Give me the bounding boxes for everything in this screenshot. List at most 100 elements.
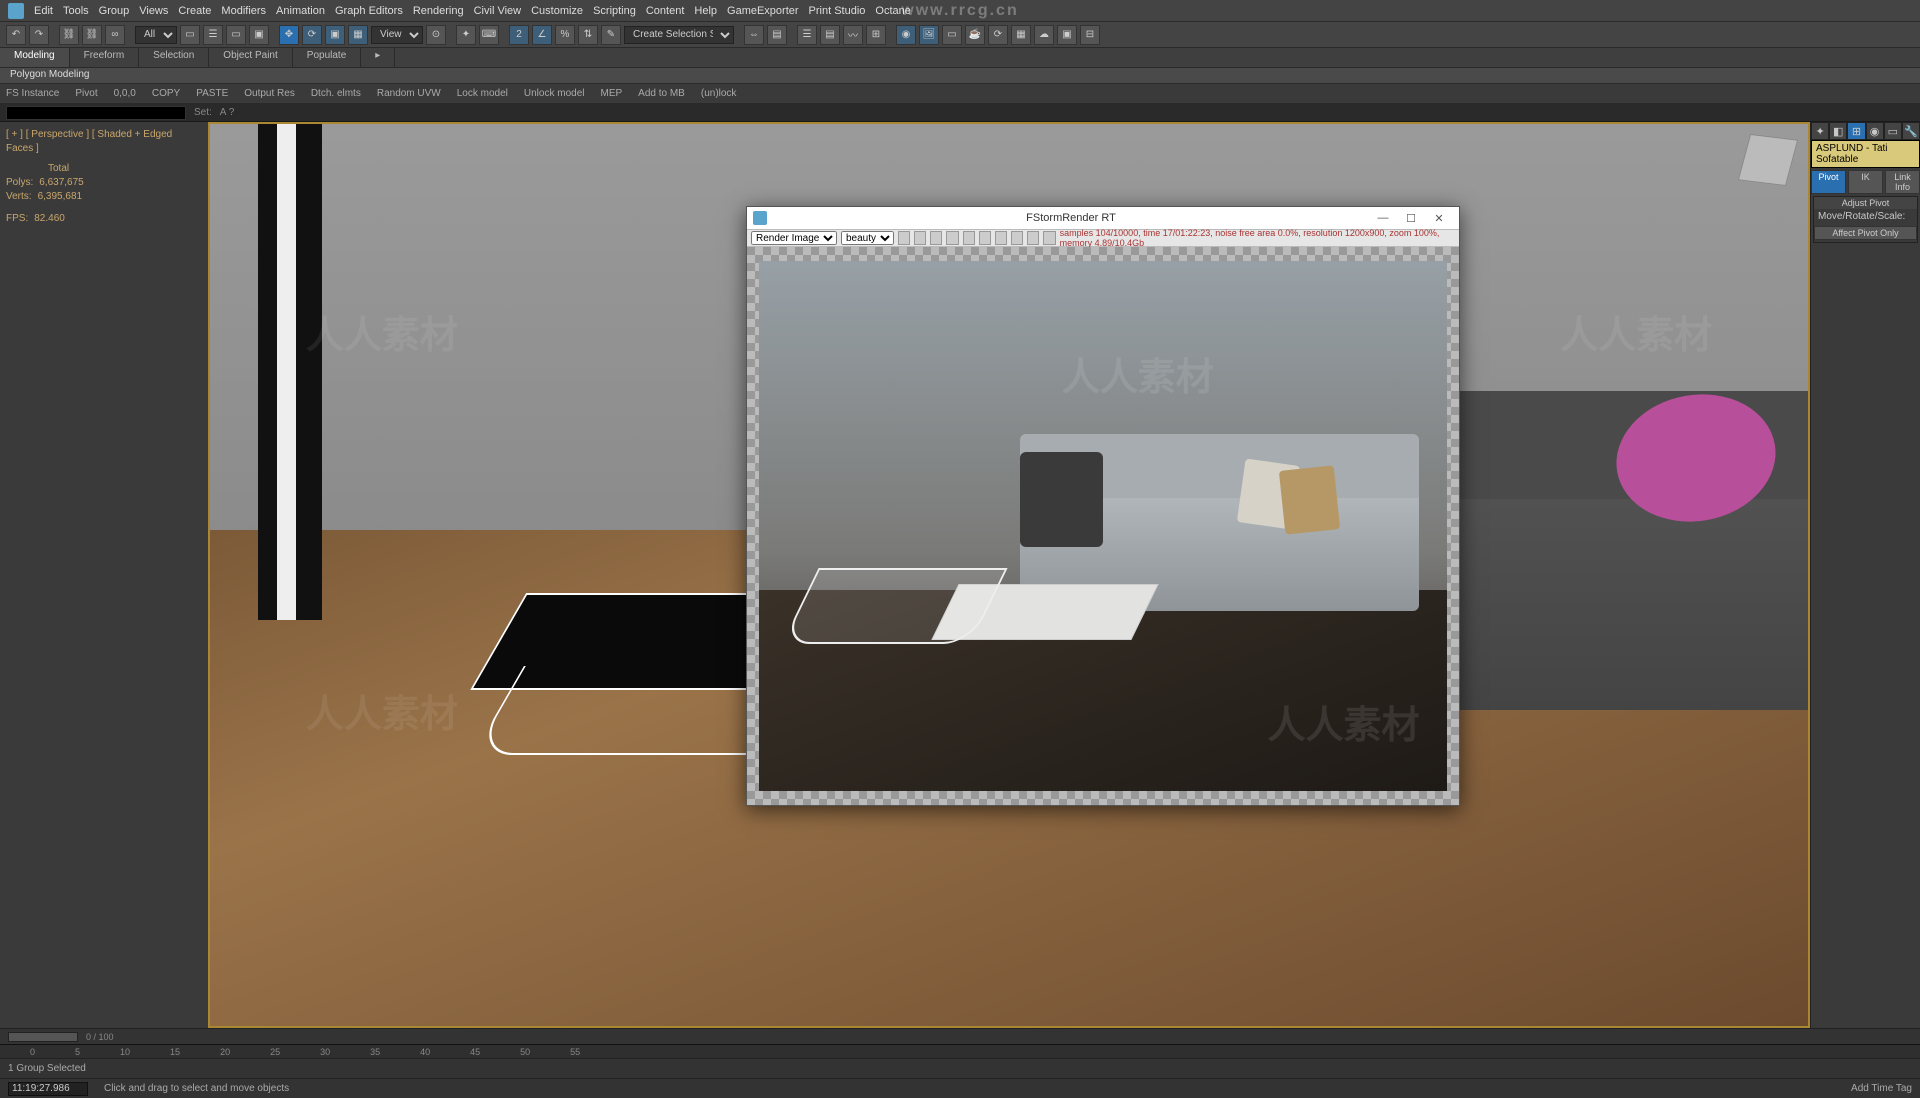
time-slider-handle[interactable] [8, 1032, 78, 1042]
menu-animation[interactable]: Animation [276, 5, 325, 17]
manipulate-icon[interactable]: ✦ [456, 25, 476, 45]
motion-tab-icon[interactable]: ◉ [1866, 122, 1884, 140]
menu-views[interactable]: Views [139, 5, 168, 17]
render-portal-icon[interactable]: ▣ [1057, 25, 1077, 45]
menu-create[interactable]: Create [178, 5, 211, 17]
snap-angle-icon[interactable]: ∠ [532, 25, 552, 45]
render-compare-icon[interactable]: ⊟ [1080, 25, 1100, 45]
stop-icon[interactable] [979, 231, 991, 245]
menu-gameexporter[interactable]: GameExporter [727, 5, 799, 17]
editnamed-icon[interactable]: ✎ [601, 25, 621, 45]
ref-coord-dropdown[interactable]: View [371, 26, 423, 44]
time-slider[interactable]: 0 / 100 [0, 1028, 1920, 1044]
play-icon[interactable] [946, 231, 958, 245]
pivot-button[interactable]: Pivot [75, 88, 97, 99]
schematic-icon[interactable]: ⊞ [866, 25, 886, 45]
detach-elements-button[interactable]: Dtch. elmts [311, 88, 361, 99]
ik-button[interactable]: IK [1848, 170, 1883, 194]
render-pass-dropdown[interactable]: beauty [841, 231, 894, 245]
render-frame-icon[interactable]: ▭ [942, 25, 962, 45]
maxscript-input[interactable] [6, 106, 186, 120]
snap-percent-icon[interactable]: % [555, 25, 575, 45]
time-display[interactable] [8, 1082, 88, 1096]
link-icon[interactable]: ⛓ [59, 25, 79, 45]
random-uvw-button[interactable]: Random UVW [377, 88, 441, 99]
maximize-icon[interactable]: ☐ [1397, 212, 1425, 225]
close-icon[interactable]: ✕ [1425, 212, 1453, 225]
align-icon[interactable]: ▤ [767, 25, 787, 45]
select-name-icon[interactable]: ☰ [203, 25, 223, 45]
viewport-label[interactable]: [ + ] [ Perspective ] [ Shaded + Edged F… [6, 128, 202, 156]
add-to-mb-button[interactable]: Add to MB [638, 88, 685, 99]
render-active-icon[interactable]: ▦ [1011, 25, 1031, 45]
render-window-titlebar[interactable]: FStormRender RT — ☐ ✕ [747, 207, 1459, 229]
menu-civilview[interactable]: Civil View [474, 5, 521, 17]
output-res-button[interactable]: Output Res [244, 88, 295, 99]
undo-icon[interactable]: ↶ [6, 25, 26, 45]
adjust-pivot-rollout[interactable]: Adjust Pivot [1814, 197, 1917, 209]
display-tab-icon[interactable]: ▭ [1884, 122, 1902, 140]
move-icon[interactable]: ✥ [279, 25, 299, 45]
menu-customize[interactable]: Customize [531, 5, 583, 17]
placement-icon[interactable]: ▦ [348, 25, 368, 45]
render-prod-icon[interactable]: ☕ [965, 25, 985, 45]
redo-icon[interactable]: ↷ [29, 25, 49, 45]
paste-button[interactable]: PASTE [196, 88, 228, 99]
object-name-field[interactable]: ASPLUND - Tati Sofatable [1811, 140, 1920, 168]
menu-help[interactable]: Help [694, 5, 717, 17]
unlock-model-button[interactable]: Unlock model [524, 88, 585, 99]
lock-model-button[interactable]: Lock model [457, 88, 508, 99]
pause-icon[interactable] [963, 231, 975, 245]
modify-tab-icon[interactable]: ◧ [1829, 122, 1847, 140]
pivot-button[interactable]: Pivot [1811, 170, 1846, 194]
ribbon-tab-objectpaint[interactable]: Object Paint [209, 48, 292, 67]
mep-button[interactable]: MEP [600, 88, 622, 99]
menu-rendering[interactable]: Rendering [413, 5, 464, 17]
scene-explorer-icon[interactable]: ▤ [820, 25, 840, 45]
zoom-icon[interactable] [1027, 231, 1039, 245]
scale-icon[interactable]: ▣ [325, 25, 345, 45]
window-crossing-icon[interactable]: ▣ [249, 25, 269, 45]
render-viewport[interactable]: 人人素材 人人素材 [747, 247, 1459, 805]
keyboard-icon[interactable]: ⌨ [479, 25, 499, 45]
menu-group[interactable]: Group [99, 5, 130, 17]
affect-pivot-only-button[interactable]: Affect Pivot Only [1814, 226, 1917, 240]
menu-edit[interactable]: Edit [34, 5, 53, 17]
time-ruler[interactable]: 0 5 10 15 20 25 30 35 40 45 50 55 [0, 1044, 1920, 1058]
menu-printstudio[interactable]: Print Studio [809, 5, 866, 17]
hierarchy-tab-icon[interactable]: ⊞ [1847, 122, 1865, 140]
menu-modifiers[interactable]: Modifiers [221, 5, 266, 17]
save-image-icon[interactable] [898, 231, 910, 245]
material-editor-icon[interactable]: ◉ [896, 25, 916, 45]
render-window[interactable]: FStormRender RT — ☐ ✕ Render Image beaut… [746, 206, 1460, 806]
ribbon-expand-icon[interactable]: ▸ [361, 48, 395, 67]
render-setup-icon[interactable]: 🖼 [919, 25, 939, 45]
bind-icon[interactable]: ∞ [105, 25, 125, 45]
fs-instance-button[interactable]: FS Instance [6, 88, 59, 99]
spinner-snap-icon[interactable]: ⇅ [578, 25, 598, 45]
rotate-icon[interactable]: ⟳ [302, 25, 322, 45]
minimize-icon[interactable]: — [1369, 212, 1397, 224]
menu-grapheditors[interactable]: Graph Editors [335, 5, 403, 17]
render-online-icon[interactable]: ☁ [1034, 25, 1054, 45]
rect-select-icon[interactable]: ▭ [226, 25, 246, 45]
linkinfo-button[interactable]: Link Info [1885, 170, 1920, 194]
snap-2d-icon[interactable]: 2 [509, 25, 529, 45]
menu-tools[interactable]: Tools [63, 5, 89, 17]
unlock-button[interactable]: (un)lock [701, 88, 737, 99]
curve-editor-icon[interactable]: 〰 [843, 25, 863, 45]
selection-filter-dropdown[interactable]: All [135, 26, 177, 44]
menu-scripting[interactable]: Scripting [593, 5, 636, 17]
create-tab-icon[interactable]: ✦ [1811, 122, 1829, 140]
ribbon-tab-freeform[interactable]: Freeform [70, 48, 140, 67]
wipe-icon[interactable] [1011, 231, 1023, 245]
copy-image-icon[interactable] [914, 231, 926, 245]
menu-content[interactable]: Content [646, 5, 685, 17]
utilities-tab-icon[interactable]: 🔧 [1902, 122, 1920, 140]
app-logo-icon[interactable] [8, 3, 24, 19]
use-center-icon[interactable]: ⊙ [426, 25, 446, 45]
mirror-icon[interactable]: ⇔ [744, 25, 764, 45]
ribbon-tab-modeling[interactable]: Modeling [0, 48, 70, 67]
layers-icon[interactable]: ☰ [797, 25, 817, 45]
clone-icon[interactable] [930, 231, 942, 245]
